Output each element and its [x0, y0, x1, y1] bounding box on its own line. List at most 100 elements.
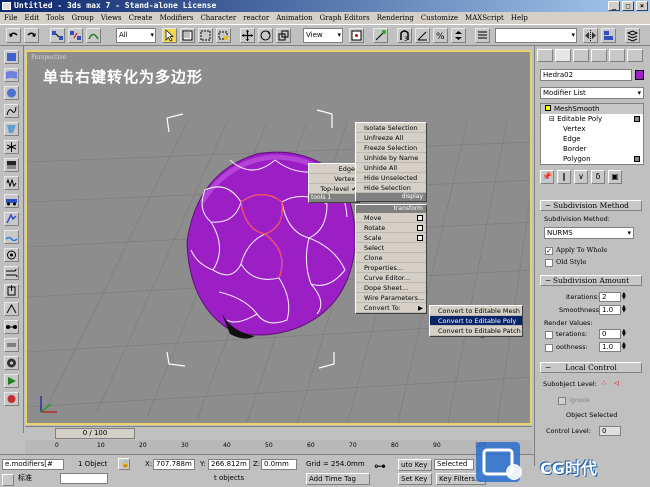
wind-icon[interactable] — [4, 266, 19, 280]
motion-tab-icon[interactable] — [591, 49, 607, 62]
ignore-checkbox[interactable] — [558, 397, 566, 405]
stack-item-border[interactable]: Border — [541, 144, 643, 154]
menu-rendering[interactable]: Rendering — [377, 12, 414, 24]
menu-group[interactable]: Group — [72, 12, 94, 24]
spinner-arrows-icon[interactable]: ▲ ▼ — [622, 329, 627, 339]
menu-hide-selection[interactable]: Hide Selection — [356, 183, 426, 193]
menu-help[interactable]: Help — [511, 12, 528, 24]
menu-freeze-selection[interactable]: Freeze Selection — [356, 143, 426, 153]
plane-icon[interactable] — [4, 158, 19, 172]
menu-reactor[interactable]: reactor — [243, 12, 269, 24]
spinner-arrows-icon[interactable]: ▲ ▼ — [622, 292, 627, 302]
key-mode-dropdown[interactable]: Selected — [434, 459, 474, 470]
redo-icon[interactable] — [24, 28, 39, 43]
z-coordinate-field[interactable]: 0.0mm — [261, 459, 297, 470]
quad-item-vertex[interactable]: Vertex — [309, 174, 359, 184]
render-smoothness-spinner[interactable]: 1.0 — [599, 342, 621, 352]
scale-settings-icon[interactable] — [417, 235, 423, 241]
named-selection-icon[interactable] — [475, 28, 490, 43]
select-and-rotate-icon[interactable] — [258, 28, 273, 43]
rollout-subdivision-amount[interactable]: − Subdivision Amount — [540, 275, 642, 286]
spinner-arrows-icon[interactable]: ▲ ▼ — [622, 342, 627, 352]
dashpot-icon[interactable] — [4, 284, 19, 298]
motor-icon[interactable] — [4, 248, 19, 262]
mirror-icon[interactable] — [583, 28, 598, 43]
layer-manager-icon[interactable] — [625, 28, 640, 43]
undo-icon[interactable] — [6, 28, 21, 43]
constraint-solver-icon[interactable] — [4, 140, 19, 154]
rollout-local-control[interactable]: − Local Control — [540, 362, 642, 373]
remove-modifier-icon[interactable]: δ — [591, 170, 605, 184]
menu-move[interactable]: Move — [356, 213, 426, 223]
bind-space-warp-icon[interactable] — [86, 28, 101, 43]
menu-convert-editable-poly[interactable]: Convert to Editable Poly — [430, 316, 522, 326]
expand-icon[interactable]: ⊟ — [549, 115, 557, 123]
modify-tab-icon[interactable] — [555, 49, 571, 62]
select-object-icon[interactable] — [162, 28, 177, 43]
select-and-move-icon[interactable] — [240, 28, 255, 43]
create-animation-icon[interactable] — [4, 392, 19, 406]
rigid-body-icon[interactable] — [4, 50, 19, 64]
window-crossing-icon[interactable] — [216, 28, 231, 43]
y-coordinate-field[interactable]: 266.812m — [208, 459, 250, 470]
menu-graph-editors[interactable]: Graph Editors — [320, 12, 370, 24]
stack-item-editable-poly[interactable]: ⊟ Editable Poly — [541, 114, 643, 124]
smoothness-spinner[interactable]: 1.0 — [599, 305, 621, 315]
hierarchy-tab-icon[interactable] — [573, 49, 589, 62]
apply-to-whole-checkbox[interactable]: ✓ — [545, 247, 553, 255]
rotate-settings-icon[interactable] — [417, 225, 423, 231]
menu-unhide-by-name[interactable]: Unhide by Name — [356, 153, 426, 163]
menu-convert-editable-patch[interactable]: Convert to Editable Patch — [430, 326, 522, 336]
object-name-field[interactable]: Hedra02 — [540, 69, 632, 81]
menu-rotate[interactable]: Rotate — [356, 223, 426, 233]
menu-maxscript[interactable]: MAXScript — [465, 12, 504, 24]
snap-toggle-icon[interactable]: 3 — [397, 28, 412, 43]
edge-level-icon[interactable]: ◁ — [614, 379, 619, 387]
menu-curve-editor[interactable]: Curve Editor... — [356, 273, 426, 283]
quad-item-top-level[interactable]: Top-level✔ — [309, 184, 359, 194]
menu-dope-sheet[interactable]: Dope Sheet... — [356, 283, 426, 293]
menu-scale[interactable]: Scale — [356, 233, 426, 243]
spring-icon[interactable] — [4, 176, 19, 190]
spinner-arrows-icon[interactable]: ▲ ▼ — [622, 305, 627, 315]
stack-item-edge[interactable]: Edge — [541, 134, 643, 144]
menu-modifiers[interactable]: Modifiers — [160, 12, 194, 24]
modifier-list-dropdown[interactable]: Modifier List — [540, 87, 644, 99]
rectangular-selection-icon[interactable] — [198, 28, 213, 43]
show-end-result-icon[interactable]: ∥ — [557, 170, 571, 184]
percent-snap-icon[interactable]: % — [433, 28, 448, 43]
menu-isolate-selection[interactable]: Isolate Selection — [356, 123, 426, 133]
menu-character[interactable]: Character — [200, 12, 236, 24]
menu-convert-to[interactable]: Convert To: ▶ — [356, 303, 426, 313]
point-to-point-icon[interactable] — [4, 320, 19, 334]
object-color-swatch[interactable] — [635, 70, 644, 80]
perspective-viewport[interactable]: Perspective 单击右键转化为多边形 Edge Vertex Top-l… — [25, 50, 532, 425]
configure-modifier-sets-icon[interactable]: ▣ — [608, 170, 622, 184]
move-settings-icon[interactable] — [417, 215, 423, 221]
hinge-icon[interactable] — [4, 302, 19, 316]
align-icon[interactable] — [601, 28, 616, 43]
prompt-icon[interactable] — [2, 474, 14, 486]
toy-car-icon[interactable] — [4, 194, 19, 208]
menu-tools[interactable]: Tools — [46, 12, 64, 24]
auto-key-button[interactable]: uto Key — [398, 459, 432, 471]
menu-clone[interactable]: Clone — [356, 253, 426, 263]
prismatic-icon[interactable] — [4, 338, 19, 352]
cloth-collection-icon[interactable] — [4, 68, 19, 82]
menu-hide-unselected[interactable]: Hide Unselected — [356, 173, 426, 183]
time-slider-track[interactable]: 0 / 100 — [25, 426, 532, 440]
car-wheel-icon[interactable] — [4, 356, 19, 370]
select-and-manipulate-icon[interactable] — [373, 28, 388, 43]
pin-stack-icon[interactable]: 📌 — [540, 170, 554, 184]
make-unique-icon[interactable]: ∨ — [574, 170, 588, 184]
subdivision-method-dropdown[interactable]: NURMS — [544, 227, 634, 239]
stack-item-vertex[interactable]: Vertex — [541, 124, 643, 134]
create-tab-icon[interactable] — [537, 49, 553, 62]
preview-animation-icon[interactable] — [4, 374, 19, 388]
menu-select[interactable]: Select — [356, 243, 426, 253]
time-slider[interactable]: 0 / 100 — [55, 428, 135, 439]
lock-selection-icon[interactable]: 🔒 — [118, 458, 130, 470]
soft-body-icon[interactable] — [4, 86, 19, 100]
render-iterations-checkbox[interactable] — [545, 331, 553, 339]
maxscript-listener[interactable]: e.modifiers[# — [2, 459, 64, 470]
